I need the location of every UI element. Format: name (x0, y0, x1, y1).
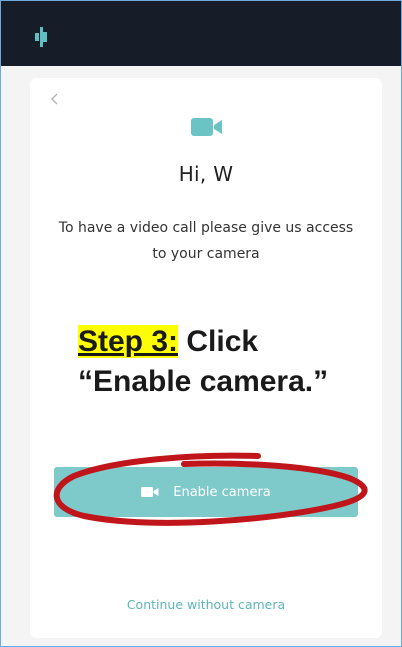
enable-camera-label: Enable camera (173, 484, 271, 500)
greeting-title: Hi, W (178, 162, 234, 186)
top-bar (1, 1, 401, 66)
camera-access-description: To have a video call please give us acce… (58, 220, 354, 262)
continue-without-camera-link[interactable]: Continue without camera (30, 597, 382, 612)
step-label: Step 3: (78, 325, 179, 358)
step-annotation: Step 3: Click “Enable camera.” (78, 322, 378, 402)
step-instruction-2: “Enable camera.” (78, 365, 329, 398)
video-camera-icon (141, 487, 159, 497)
chevron-left-icon[interactable] (48, 92, 62, 106)
step-instruction-1: Click (178, 325, 259, 358)
video-camera-icon (191, 118, 222, 136)
brand-logo-icon (35, 27, 47, 47)
enable-camera-button[interactable]: Enable camera (54, 467, 358, 517)
